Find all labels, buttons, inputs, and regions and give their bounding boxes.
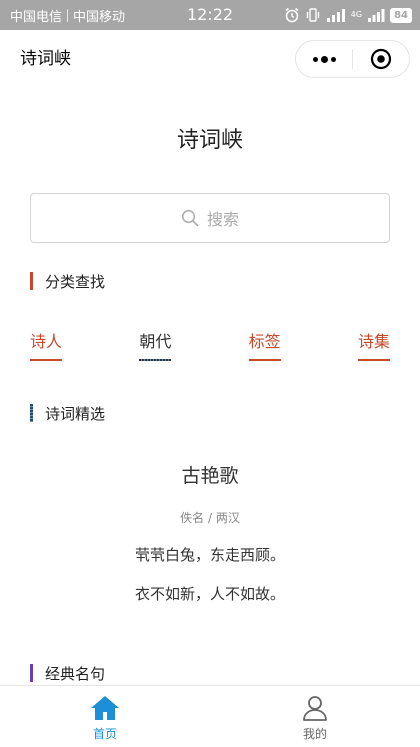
section-category: 分类查找: [30, 271, 105, 291]
poem-title[interactable]: 古艳歌: [0, 461, 420, 488]
page-title: 诗词峡: [176, 128, 243, 153]
category-underline: [248, 359, 281, 361]
category-label: 诗人: [30, 332, 63, 351]
category-label: 朝代: [139, 332, 172, 351]
category-dynasty[interactable]: 朝代: [139, 330, 172, 364]
poem-line: 茕茕白兔，东走西顾。: [134, 546, 285, 564]
home-icon: [91, 696, 119, 720]
signal-icon-secondary: [367, 8, 385, 22]
search-placeholder: 搜索: [206, 210, 239, 229]
more-menu-button[interactable]: [296, 41, 352, 77]
section-category-label: 分类查找: [45, 272, 106, 291]
tab-mine[interactable]: 我的: [210, 686, 420, 747]
battery-level: 84: [390, 7, 412, 23]
nav-title: 诗词峡: [20, 49, 71, 69]
vibrate-icon: [305, 7, 321, 23]
category-label: 标签: [248, 332, 281, 351]
section-category-marker: [30, 272, 33, 290]
section-quotes-marker: [30, 664, 33, 682]
category-poet[interactable]: 诗人: [30, 330, 63, 364]
status-icons: 4G 84: [284, 0, 412, 30]
category-underline: [30, 359, 63, 361]
status-bar: 中国电信 中国移动 12:22 4G 84: [0, 0, 420, 30]
network-type: 4G: [350, 10, 363, 19]
category-underline: [139, 359, 172, 361]
section-featured-marker: [30, 404, 33, 422]
search-icon: [181, 209, 199, 227]
category-tag[interactable]: 标签: [248, 330, 281, 364]
more-dots-icon: [312, 56, 318, 62]
category-underline: [357, 359, 390, 361]
section-featured-label: 诗词精选: [45, 404, 106, 423]
tab-mine-label: 我的: [302, 727, 327, 741]
tab-bar: 首页 我的: [0, 685, 420, 747]
search-box[interactable]: 搜索: [30, 193, 390, 243]
close-miniprogram-button[interactable]: [353, 41, 409, 77]
miniprogram-capsule: [295, 40, 410, 78]
tab-home[interactable]: 首页: [0, 686, 210, 747]
tab-home-label: 首页: [92, 727, 117, 741]
category-list: 诗人 朝代 标签 诗集: [30, 330, 390, 364]
alarm-icon: [284, 7, 300, 23]
section-quotes-label: 经典名句: [45, 664, 106, 683]
category-collection[interactable]: 诗集: [357, 330, 390, 364]
section-quotes: 经典名句: [30, 663, 105, 683]
poem-line: 衣不如新，人不如故。: [134, 585, 285, 603]
target-close-icon: [370, 48, 392, 70]
signal-icon: [326, 8, 346, 22]
section-featured: 诗词精选: [30, 403, 105, 423]
nav-bar: 诗词峡: [0, 30, 420, 88]
category-label: 诗集: [357, 332, 390, 351]
user-icon: [303, 696, 327, 721]
poem-author: 佚名 / 两汉: [180, 511, 240, 525]
